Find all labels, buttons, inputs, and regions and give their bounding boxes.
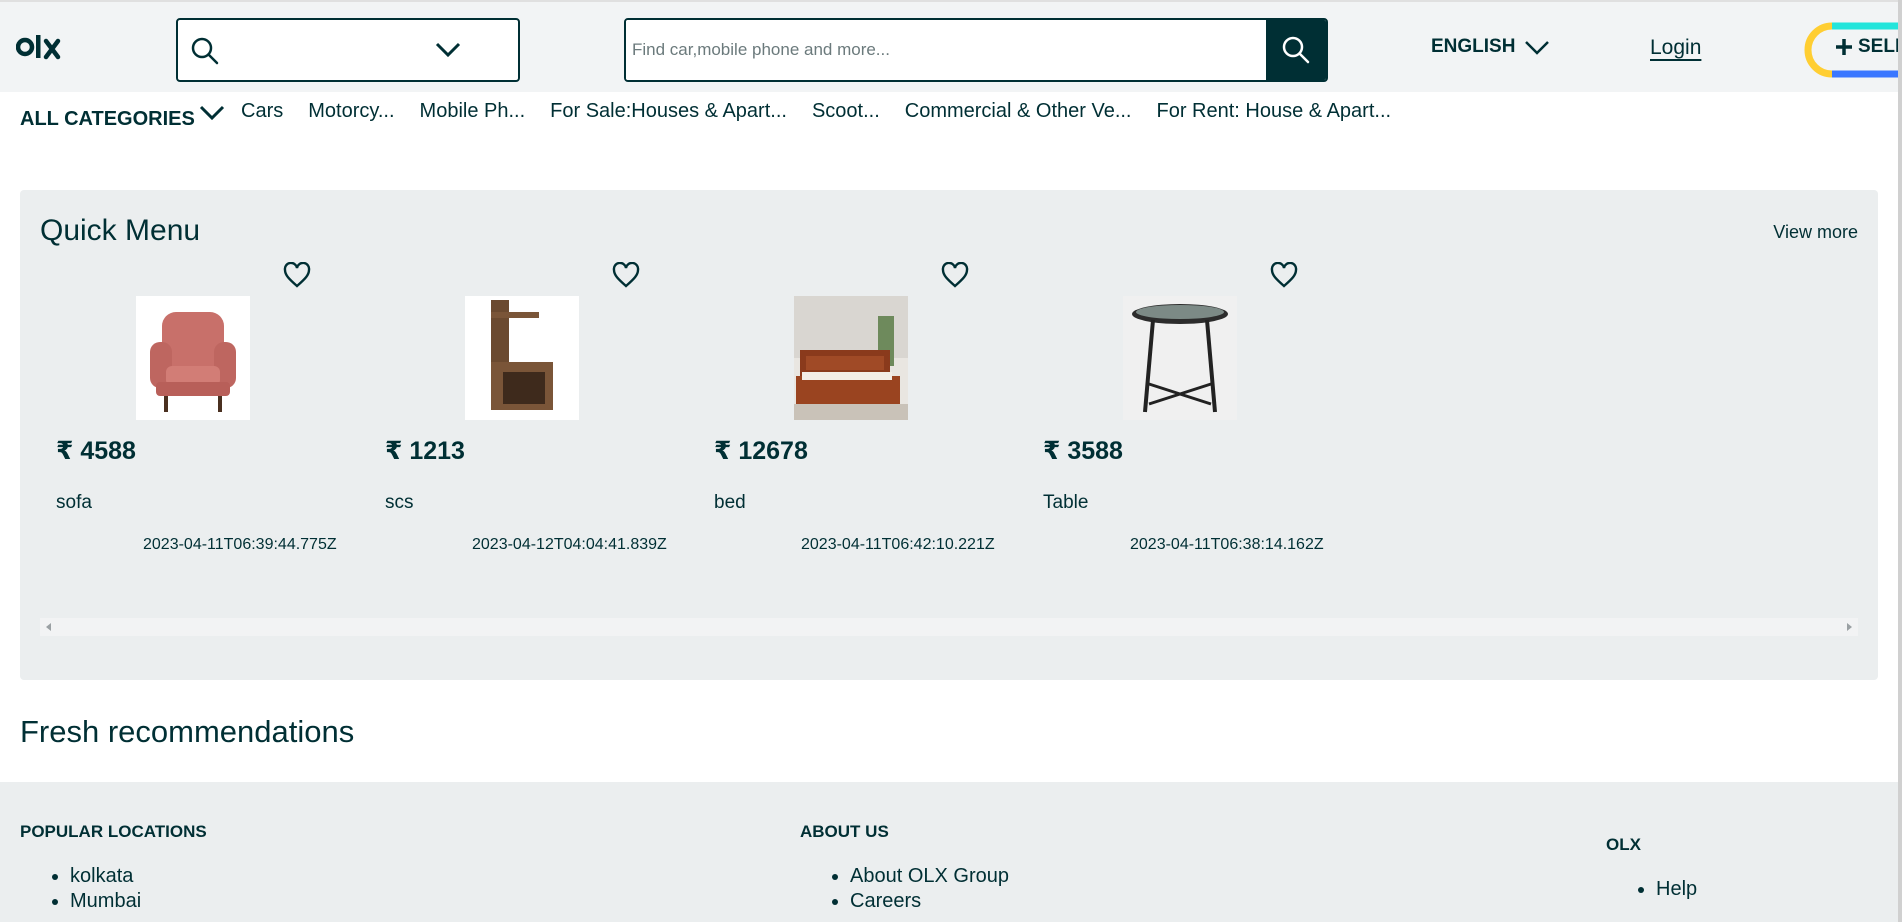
- plus-icon: [1836, 39, 1852, 55]
- product-price: ₹ 1213: [385, 437, 465, 465]
- sell-label: SELL: [1858, 36, 1902, 57]
- footer-popular-locations: POPULAR LOCATIONS kolkata Mumbai: [20, 822, 207, 914]
- footer-link[interactable]: Help: [1656, 877, 1697, 902]
- product-card[interactable]: ₹ 12678 bed 2023-04-11T06:42:10.221Z: [678, 260, 995, 553]
- site-header: ENGLISH Login SELL: [0, 0, 1902, 92]
- category-scooters[interactable]: Scoot...: [812, 100, 880, 123]
- olx-logo[interactable]: [16, 32, 72, 62]
- category-for-rent-houses[interactable]: For Rent: House & Apart...: [1157, 100, 1392, 123]
- product-date: 2023-04-11T06:39:44.775Z: [143, 536, 337, 553]
- product-name: scs: [385, 492, 414, 513]
- scroll-right-arrow-icon[interactable]: [1847, 623, 1852, 631]
- product-date: 2023-04-11T06:42:10.221Z: [801, 536, 995, 553]
- footer-heading: POPULAR LOCATIONS: [20, 822, 207, 841]
- quick-menu-title: Quick Menu: [40, 214, 201, 247]
- horizontal-scrollbar[interactable]: [40, 618, 1858, 636]
- search-input[interactable]: [626, 20, 1266, 80]
- heart-icon[interactable]: [612, 262, 640, 288]
- product-card[interactable]: ₹ 3588 Table 2023-04-11T06:38:14.162Z: [1007, 260, 1324, 553]
- product-image: [794, 296, 908, 420]
- all-categories-label[interactable]: ALL CATEGORIES: [20, 108, 195, 131]
- footer-link[interactable]: Careers: [850, 889, 1009, 914]
- footer-about-us: ABOUT US About OLX Group Careers: [800, 822, 1009, 914]
- product-image: [465, 296, 579, 420]
- scroll-left-arrow-icon[interactable]: [46, 623, 51, 631]
- product-date: 2023-04-11T06:38:14.162Z: [1130, 536, 1324, 553]
- product-name: sofa: [56, 492, 92, 513]
- chevron-down-icon[interactable]: [198, 102, 226, 122]
- footer-link[interactable]: kolkata: [70, 864, 207, 889]
- product-name: bed: [714, 492, 746, 513]
- site-footer: POPULAR LOCATIONS kolkata Mumbai ABOUT U…: [0, 782, 1902, 922]
- product-image: [1123, 296, 1237, 420]
- footer-heading: OLX: [1606, 835, 1641, 854]
- search-icon: [1282, 36, 1310, 64]
- heart-icon[interactable]: [283, 262, 311, 288]
- language-label: ENGLISH: [1431, 36, 1516, 57]
- footer-olx: OLX Help: [1606, 835, 1697, 902]
- category-list: Cars Motorcy... Mobile Ph... For Sale:Ho…: [241, 100, 1391, 123]
- product-price: ₹ 4588: [56, 437, 136, 465]
- fresh-recommendations-title: Fresh recommendations: [20, 714, 355, 749]
- chevron-down-icon[interactable]: [434, 38, 462, 60]
- heart-icon[interactable]: [1270, 262, 1298, 288]
- language-selector[interactable]: ENGLISH: [1431, 36, 1551, 58]
- footer-link[interactable]: Mumbai: [70, 889, 207, 914]
- product-card[interactable]: ₹ 1213 scs 2023-04-12T04:04:41.839Z: [349, 260, 667, 553]
- category-bar: ALL CATEGORIES Cars Motorcy... Mobile Ph…: [0, 92, 1902, 142]
- search-button[interactable]: [1266, 20, 1326, 80]
- product-price: ₹ 12678: [714, 437, 808, 465]
- search-bar: [624, 18, 1328, 82]
- category-motorcycles[interactable]: Motorcy...: [308, 100, 394, 123]
- category-commercial-vehicles[interactable]: Commercial & Other Ve...: [905, 100, 1132, 123]
- category-for-sale-houses[interactable]: For Sale:Houses & Apart...: [550, 100, 787, 123]
- view-more-link[interactable]: View more: [1773, 222, 1858, 243]
- product-price: ₹ 3588: [1043, 437, 1123, 465]
- quick-menu: Quick Menu View more ₹ 4588 sofa 2023-04…: [20, 190, 1878, 680]
- footer-heading: ABOUT US: [800, 822, 889, 841]
- login-link[interactable]: Login: [1650, 36, 1701, 60]
- product-name: Table: [1043, 492, 1089, 513]
- product-date: 2023-04-12T04:04:41.839Z: [472, 536, 667, 553]
- vertical-scrollbar[interactable]: [1898, 0, 1902, 922]
- category-cars[interactable]: Cars: [241, 100, 283, 123]
- sell-button[interactable]: SELL: [1804, 22, 1902, 78]
- footer-link[interactable]: About OLX Group: [850, 864, 1009, 889]
- chevron-down-icon: [1525, 41, 1550, 55]
- product-image: [136, 296, 250, 420]
- category-mobile-phones[interactable]: Mobile Ph...: [420, 100, 526, 123]
- product-card[interactable]: ₹ 4588 sofa 2023-04-11T06:39:44.775Z: [20, 260, 337, 553]
- location-selector[interactable]: [176, 18, 520, 82]
- search-icon: [191, 37, 219, 65]
- heart-icon[interactable]: [941, 262, 969, 288]
